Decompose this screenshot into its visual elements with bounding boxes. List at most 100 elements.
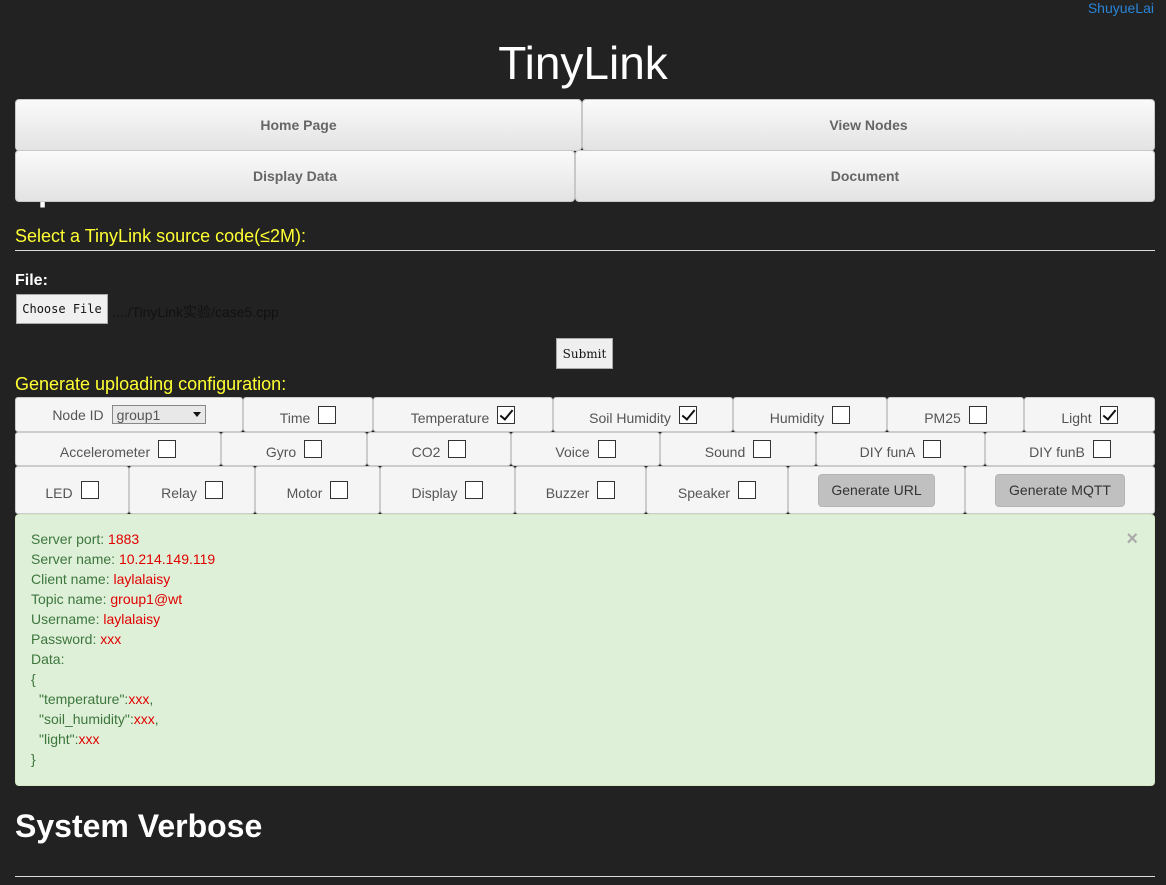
data-field-sep: , <box>154 711 159 727</box>
password-value: xxx <box>100 631 122 647</box>
data-field-value: xxx <box>128 691 150 707</box>
config-row-2: Accelerometer Gyro CO2 Voice Sound DIY f… <box>15 432 1155 466</box>
humidity-checkbox[interactable] <box>832 405 851 424</box>
generate-mqtt-cell: Generate MQTT <box>965 466 1155 514</box>
topic-name-value: group1@wt <box>110 591 183 607</box>
option-label: Accelerometer <box>59 444 151 460</box>
speaker-checkbox[interactable] <box>738 481 757 499</box>
option-speaker[interactable]: Speaker <box>646 466 788 514</box>
option-label: Voice <box>555 444 590 460</box>
system-verbose-heading: System Verbose <box>15 808 263 844</box>
open-brace: { <box>31 671 36 687</box>
user-link[interactable]: ShuyueLai <box>1088 0 1154 16</box>
nav-display-data-button[interactable]: Display Data <box>15 150 575 202</box>
divider <box>15 250 1155 251</box>
option-led[interactable]: LED <box>15 466 129 514</box>
option-label: DIY funB <box>1029 444 1085 460</box>
pm25-checkbox[interactable] <box>968 405 987 424</box>
relay-checkbox[interactable] <box>204 481 223 499</box>
data-field-key: "soil_humidity": <box>39 711 134 727</box>
data-field-key: "light": <box>39 731 79 747</box>
option-sound[interactable]: Sound <box>660 432 816 466</box>
display-checkbox[interactable] <box>465 481 484 499</box>
option-label: Speaker <box>677 485 731 501</box>
option-voice[interactable]: Voice <box>511 432 660 466</box>
nav-home-button[interactable]: Home Page <box>15 99 582 151</box>
diy-funb-checkbox[interactable] <box>1092 440 1111 458</box>
username-label: Username: <box>31 611 104 627</box>
generate-url-button[interactable]: Generate URL <box>818 473 935 507</box>
light-checkbox[interactable] <box>1099 405 1118 424</box>
option-motor[interactable]: Motor <box>255 466 380 514</box>
node-id-cell: Node ID group1 <box>15 397 243 432</box>
option-light[interactable]: Light <box>1024 397 1155 432</box>
username-value: laylalaisy <box>103 611 161 627</box>
option-label: Humidity <box>769 409 825 426</box>
option-diy-funb[interactable]: DIY funB <box>985 432 1155 466</box>
option-time[interactable]: Time <box>243 397 373 432</box>
data-field-line: "soil_humidity":xxx, <box>31 709 1139 729</box>
buzzer-checkbox[interactable] <box>597 481 616 499</box>
selected-file-name: ..../TinyLink实验/case5.cpp <box>112 304 279 320</box>
server-port-value: 1883 <box>108 531 140 547</box>
server-port-label: Server port: <box>31 531 109 547</box>
submit-button[interactable]: Submit <box>556 338 613 369</box>
voice-checkbox[interactable] <box>597 440 616 458</box>
option-accelerometer[interactable]: Accelerometer <box>15 432 221 466</box>
option-label: Gyro <box>265 444 297 460</box>
server-name-line: Server name: 10.214.149.119 <box>31 549 1139 569</box>
sound-checkbox[interactable] <box>753 440 772 458</box>
option-label: Display <box>411 485 458 501</box>
co2-checkbox[interactable] <box>448 440 467 458</box>
accelerometer-checkbox[interactable] <box>158 440 177 458</box>
close-icon[interactable]: × <box>1126 529 1138 549</box>
node-id-select[interactable]: group1 <box>111 405 206 424</box>
option-buzzer[interactable]: Buzzer <box>515 466 646 514</box>
led-checkbox[interactable] <box>80 481 99 499</box>
temperature-checkbox[interactable] <box>497 405 516 424</box>
client-name-value: laylalaisy <box>113 571 171 587</box>
option-label: LED <box>45 485 73 501</box>
nav-view-nodes-button[interactable]: View Nodes <box>582 99 1155 151</box>
close-brace: } <box>31 751 36 767</box>
option-label: Time <box>279 409 311 426</box>
soil-humidity-checkbox[interactable] <box>678 405 697 424</box>
diy-funa-checkbox[interactable] <box>923 440 942 458</box>
option-pm25[interactable]: PM25 <box>887 397 1024 432</box>
password-line: Password: xxx <box>31 629 1139 649</box>
config-row-1: Node ID group1 Time Temperature Soil Hum… <box>15 397 1155 432</box>
topic-name-line: Topic name: group1@wt <box>31 589 1139 609</box>
server-name-label: Server name: <box>31 551 119 567</box>
option-gyro[interactable]: Gyro <box>221 432 367 466</box>
client-name-label: Client name: <box>31 571 114 587</box>
time-checkbox[interactable] <box>318 405 337 424</box>
server-port-line: Server port: 1883 <box>31 529 1139 549</box>
data-field-line: "temperature":xxx, <box>31 689 1139 709</box>
option-label: Light <box>1061 409 1092 426</box>
motor-checkbox[interactable] <box>330 481 349 499</box>
option-label: Sound <box>704 444 746 460</box>
option-relay[interactable]: Relay <box>129 466 255 514</box>
gyro-checkbox[interactable] <box>304 440 323 458</box>
nav-document-button[interactable]: Document <box>575 150 1155 202</box>
option-label: Temperature <box>410 409 490 426</box>
client-name-line: Client name: laylalaisy <box>31 569 1139 589</box>
data-field-sep: , <box>149 691 154 707</box>
username-line: Username: laylalaisy <box>31 609 1139 629</box>
data-field-value: xxx <box>133 711 155 727</box>
topic-name-label: Topic name: <box>31 591 111 607</box>
option-diy-funa[interactable]: DIY funA <box>816 432 985 466</box>
option-temperature[interactable]: Temperature <box>373 397 553 432</box>
select-source-label: Select a TinyLink source code(≤2M): <box>15 226 307 246</box>
data-field-value: xxx <box>78 731 100 747</box>
option-display[interactable]: Display <box>380 466 515 514</box>
node-id-value: group1 <box>116 406 161 423</box>
choose-file-button[interactable]: Choose File <box>16 294 108 324</box>
generate-mqtt-button[interactable]: Generate MQTT <box>995 473 1125 507</box>
option-co2[interactable]: CO2 <box>367 432 511 466</box>
option-humidity[interactable]: Humidity <box>733 397 887 432</box>
option-label: Motor <box>286 485 323 501</box>
password-label: Password: <box>31 631 101 647</box>
option-soil-humidity[interactable]: Soil Humidity <box>553 397 733 432</box>
option-label: PM25 <box>924 409 961 426</box>
